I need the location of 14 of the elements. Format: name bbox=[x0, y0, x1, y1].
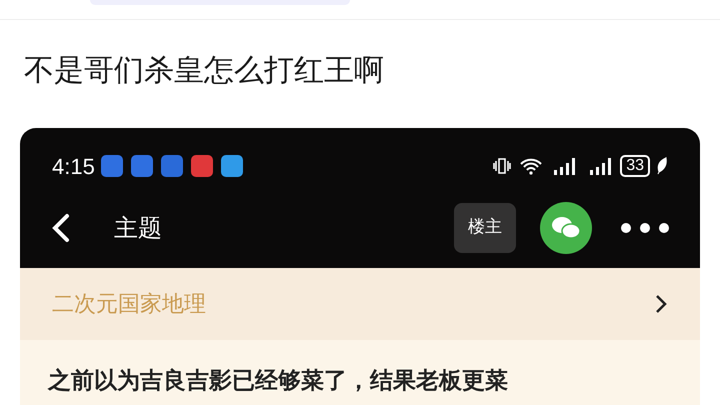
battery-indicator: 33 bbox=[620, 155, 650, 177]
vibrate-icon bbox=[492, 156, 512, 176]
status-time: 4:15 bbox=[52, 152, 95, 180]
more-icon[interactable] bbox=[620, 222, 670, 234]
wifi-icon bbox=[518, 156, 544, 176]
forum-name: 二次元国家地理 bbox=[52, 290, 206, 318]
chat-bubbles-icon[interactable] bbox=[540, 202, 592, 254]
post-title: 不是哥们杀皇怎么打红王啊 bbox=[24, 52, 384, 90]
back-icon[interactable] bbox=[50, 213, 72, 243]
leaf-icon bbox=[656, 157, 668, 175]
owner-filter-button[interactable]: 楼主 bbox=[454, 203, 516, 253]
chevron-right-icon bbox=[654, 293, 668, 315]
nav-title: 主题 bbox=[114, 213, 162, 244]
post-body: 之前以为吉良吉影已经够菜了，结果老板更菜 bbox=[48, 368, 508, 394]
